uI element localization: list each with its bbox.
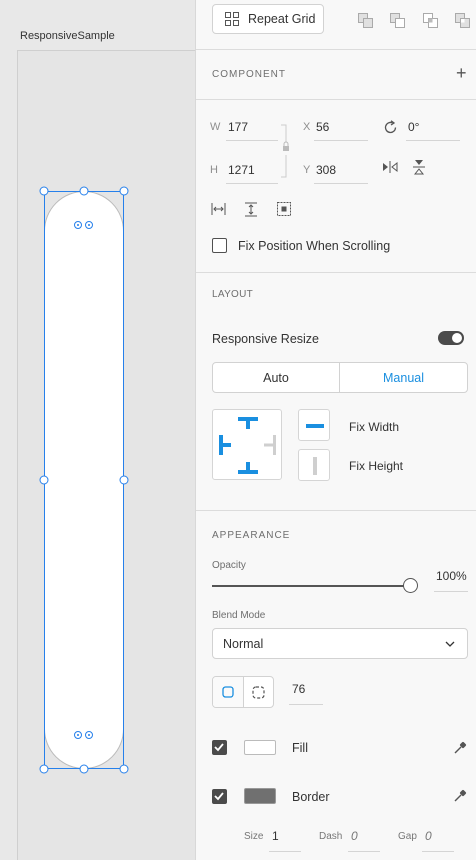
handle-top-right[interactable] (119, 186, 129, 196)
corner-radius-field[interactable]: 76 (292, 682, 305, 696)
size-label: Size (244, 831, 264, 842)
x-label: X (303, 121, 311, 133)
fix-height-label: Fix Height (349, 459, 404, 473)
layout-section: LAYOUT Responsive Resize Auto Manual Fix… (196, 273, 476, 511)
layout-title: LAYOUT (212, 289, 254, 300)
exclude-icon[interactable] (454, 12, 470, 28)
blend-mode-dropdown[interactable]: Normal (212, 628, 468, 659)
artboard-name[interactable]: ResponsiveSample (20, 30, 115, 42)
fix-height-button[interactable] (298, 449, 330, 481)
bottom-resize-indicator (74, 731, 93, 739)
x-field[interactable]: 56 (316, 120, 329, 134)
fix-position-label: Fix Position When Scrolling (238, 239, 391, 253)
individual-corners-button[interactable] (244, 677, 273, 707)
dash-field[interactable]: 0 (351, 829, 358, 843)
border-label: Border (292, 790, 330, 804)
selection-box (44, 191, 124, 769)
flip-horizontal-icon[interactable] (382, 160, 398, 174)
height-field[interactable]: 1271 (228, 163, 255, 177)
border-checkbox[interactable] (212, 789, 227, 804)
top-resize-indicator (74, 221, 93, 229)
distribute-vertical-icon[interactable] (244, 201, 258, 217)
manual-segment[interactable]: Manual (340, 363, 467, 392)
eyedropper-icon[interactable] (452, 788, 468, 804)
fill-checkbox[interactable] (212, 740, 227, 755)
property-inspector: Repeat Grid COMPONENT + W 177 H 1271 X 5… (195, 0, 476, 860)
handle-top[interactable] (79, 186, 89, 196)
opacity-slider-track[interactable] (212, 585, 408, 587)
check-icon (214, 743, 224, 752)
handle-bottom-left[interactable] (39, 764, 49, 774)
size-field[interactable]: 1 (272, 829, 279, 843)
rounded-square-icon (222, 686, 234, 698)
handle-bottom[interactable] (79, 764, 89, 774)
handle-right[interactable] (119, 475, 129, 485)
lock-aspect-icon[interactable] (280, 124, 292, 178)
dash-label: Dash (319, 831, 343, 842)
distribute-horizontal-icon[interactable] (210, 202, 226, 216)
constraints-pinning-widget[interactable] (212, 409, 282, 480)
subtract-icon[interactable] (389, 12, 405, 28)
appearance-title: APPEARANCE (212, 530, 291, 541)
rotation-field[interactable]: 0° (408, 120, 419, 134)
flip-vertical-icon[interactable] (412, 159, 426, 175)
component-title: COMPONENT (212, 69, 286, 80)
handle-bottom-right[interactable] (119, 764, 129, 774)
appearance-section: APPEARANCE Opacity 100% Blend Mode Norma… (196, 511, 476, 860)
gap-label: Gap (398, 831, 417, 842)
check-icon (214, 792, 224, 801)
responsive-resize-label: Responsive Resize (212, 332, 319, 346)
opacity-slider-thumb[interactable] (403, 578, 418, 593)
repeat-grid-icon (225, 12, 239, 26)
resize-mode-segmented-control: Auto Manual (212, 362, 468, 393)
y-label: Y (303, 164, 311, 176)
y-field[interactable]: 308 (316, 163, 336, 177)
blend-mode-value: Normal (223, 636, 264, 651)
fix-position-checkbox[interactable] (212, 238, 227, 253)
fill-label: Fill (292, 741, 308, 755)
gap-field[interactable]: 0 (425, 829, 432, 843)
fix-width-label: Fix Width (349, 420, 400, 434)
height-label: H (210, 164, 218, 176)
transform-section: W 177 H 1271 X 56 Y 308 0° Fix Position … (196, 100, 476, 273)
width-field[interactable]: 177 (228, 120, 248, 134)
opacity-label: Opacity (212, 560, 246, 571)
toolbar-section: Repeat Grid (196, 0, 476, 50)
width-label: W (210, 121, 221, 133)
handle-top-left[interactable] (39, 186, 49, 196)
fill-color-swatch[interactable] (244, 740, 276, 755)
add-icon[interactable] (357, 12, 373, 28)
design-canvas[interactable]: ResponsiveSample (0, 0, 195, 860)
responsive-resize-toggle[interactable] (438, 331, 464, 345)
rotate-icon (382, 119, 398, 135)
padding-icon[interactable] (276, 201, 292, 217)
opacity-field[interactable]: 100% (436, 569, 467, 583)
repeat-grid-label: Repeat Grid (248, 12, 316, 26)
eyedropper-icon[interactable] (452, 740, 468, 756)
chevron-down-icon (445, 641, 455, 647)
intersect-icon[interactable] (422, 12, 438, 28)
fix-width-button[interactable] (298, 409, 330, 441)
blend-mode-label: Blend Mode (212, 610, 266, 621)
add-component-button[interactable]: + (456, 63, 467, 84)
uniform-corners-button[interactable] (213, 677, 244, 707)
border-color-swatch[interactable] (244, 788, 276, 804)
dashed-square-icon (252, 685, 265, 699)
corner-mode-toggle (212, 676, 274, 708)
component-section: COMPONENT + (196, 50, 476, 100)
auto-segment[interactable]: Auto (213, 363, 340, 392)
handle-left[interactable] (39, 475, 49, 485)
repeat-grid-button[interactable]: Repeat Grid (212, 4, 324, 34)
